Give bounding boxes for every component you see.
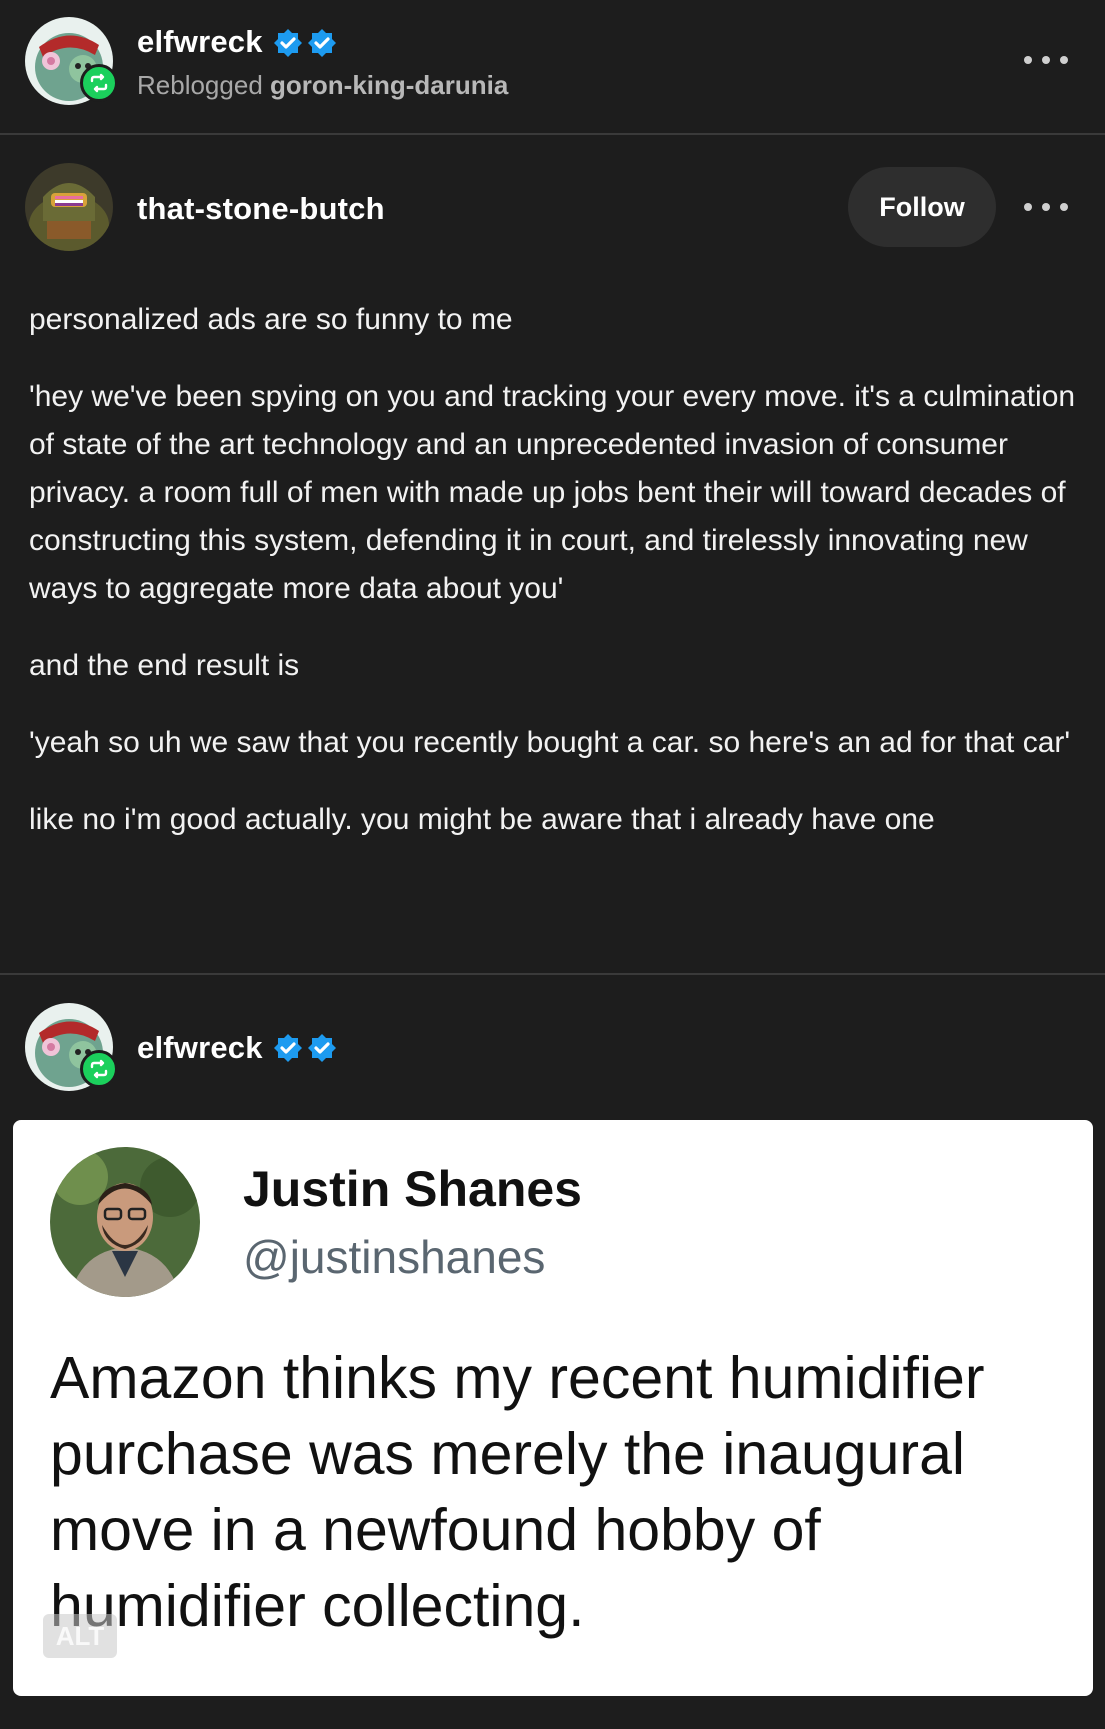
divider xyxy=(0,973,1105,975)
more-options-icon[interactable] xyxy=(1024,197,1068,217)
post-body: personalized ads are so funny to me 'hey… xyxy=(29,296,1089,873)
tweet-text: Amazon thinks my recent humidifier purch… xyxy=(50,1345,985,1639)
reblogged-prefix: Reblogged xyxy=(137,70,263,100)
verified-icon xyxy=(274,1034,302,1062)
tweet-author-name: Justin Shanes xyxy=(243,1161,582,1217)
verified-badges xyxy=(272,27,338,59)
reblogger-username[interactable]: elfwreck xyxy=(137,1030,263,1066)
post-paragraph: 'hey we've been spying on you and tracki… xyxy=(29,380,1076,605)
verified-icon xyxy=(308,29,336,57)
verified-icon xyxy=(274,29,302,57)
reblogged-from-username[interactable]: goron-king-darunia xyxy=(270,70,508,100)
verified-badges xyxy=(272,1032,338,1064)
more-options-icon[interactable] xyxy=(1024,50,1068,70)
tweet-author-avatar xyxy=(50,1147,200,1297)
alt-text-button[interactable]: ALT xyxy=(43,1614,117,1658)
poster-username[interactable]: that-stone-butch xyxy=(137,191,385,227)
tweet-screenshot-image[interactable]: Justin Shanes @justinshanes Amazon think… xyxy=(13,1120,1093,1696)
post-paragraph: like no i'm good actually. you might be … xyxy=(29,803,935,836)
verified-icon xyxy=(308,1034,336,1062)
post-paragraph: and the end result is xyxy=(29,649,300,682)
reblogger-username[interactable]: elfwreck xyxy=(137,24,263,60)
post-paragraph: 'yeah so uh we saw that you recently bou… xyxy=(29,726,1071,759)
that-stone-butch-avatar[interactable] xyxy=(25,163,113,251)
follow-button[interactable]: Follow xyxy=(848,167,996,247)
divider xyxy=(0,133,1105,135)
post-paragraph: personalized ads are so funny to me xyxy=(29,303,513,336)
reblog-icon xyxy=(80,1050,118,1088)
reblog-icon xyxy=(80,64,118,102)
tweet-author-handle: @justinshanes xyxy=(243,1231,546,1283)
tumblr-post-page: elfwreck Reblogged goron-king-darunia th… xyxy=(0,0,1105,1729)
reblogged-from-line: Reblogged goron-king-darunia xyxy=(137,70,508,101)
